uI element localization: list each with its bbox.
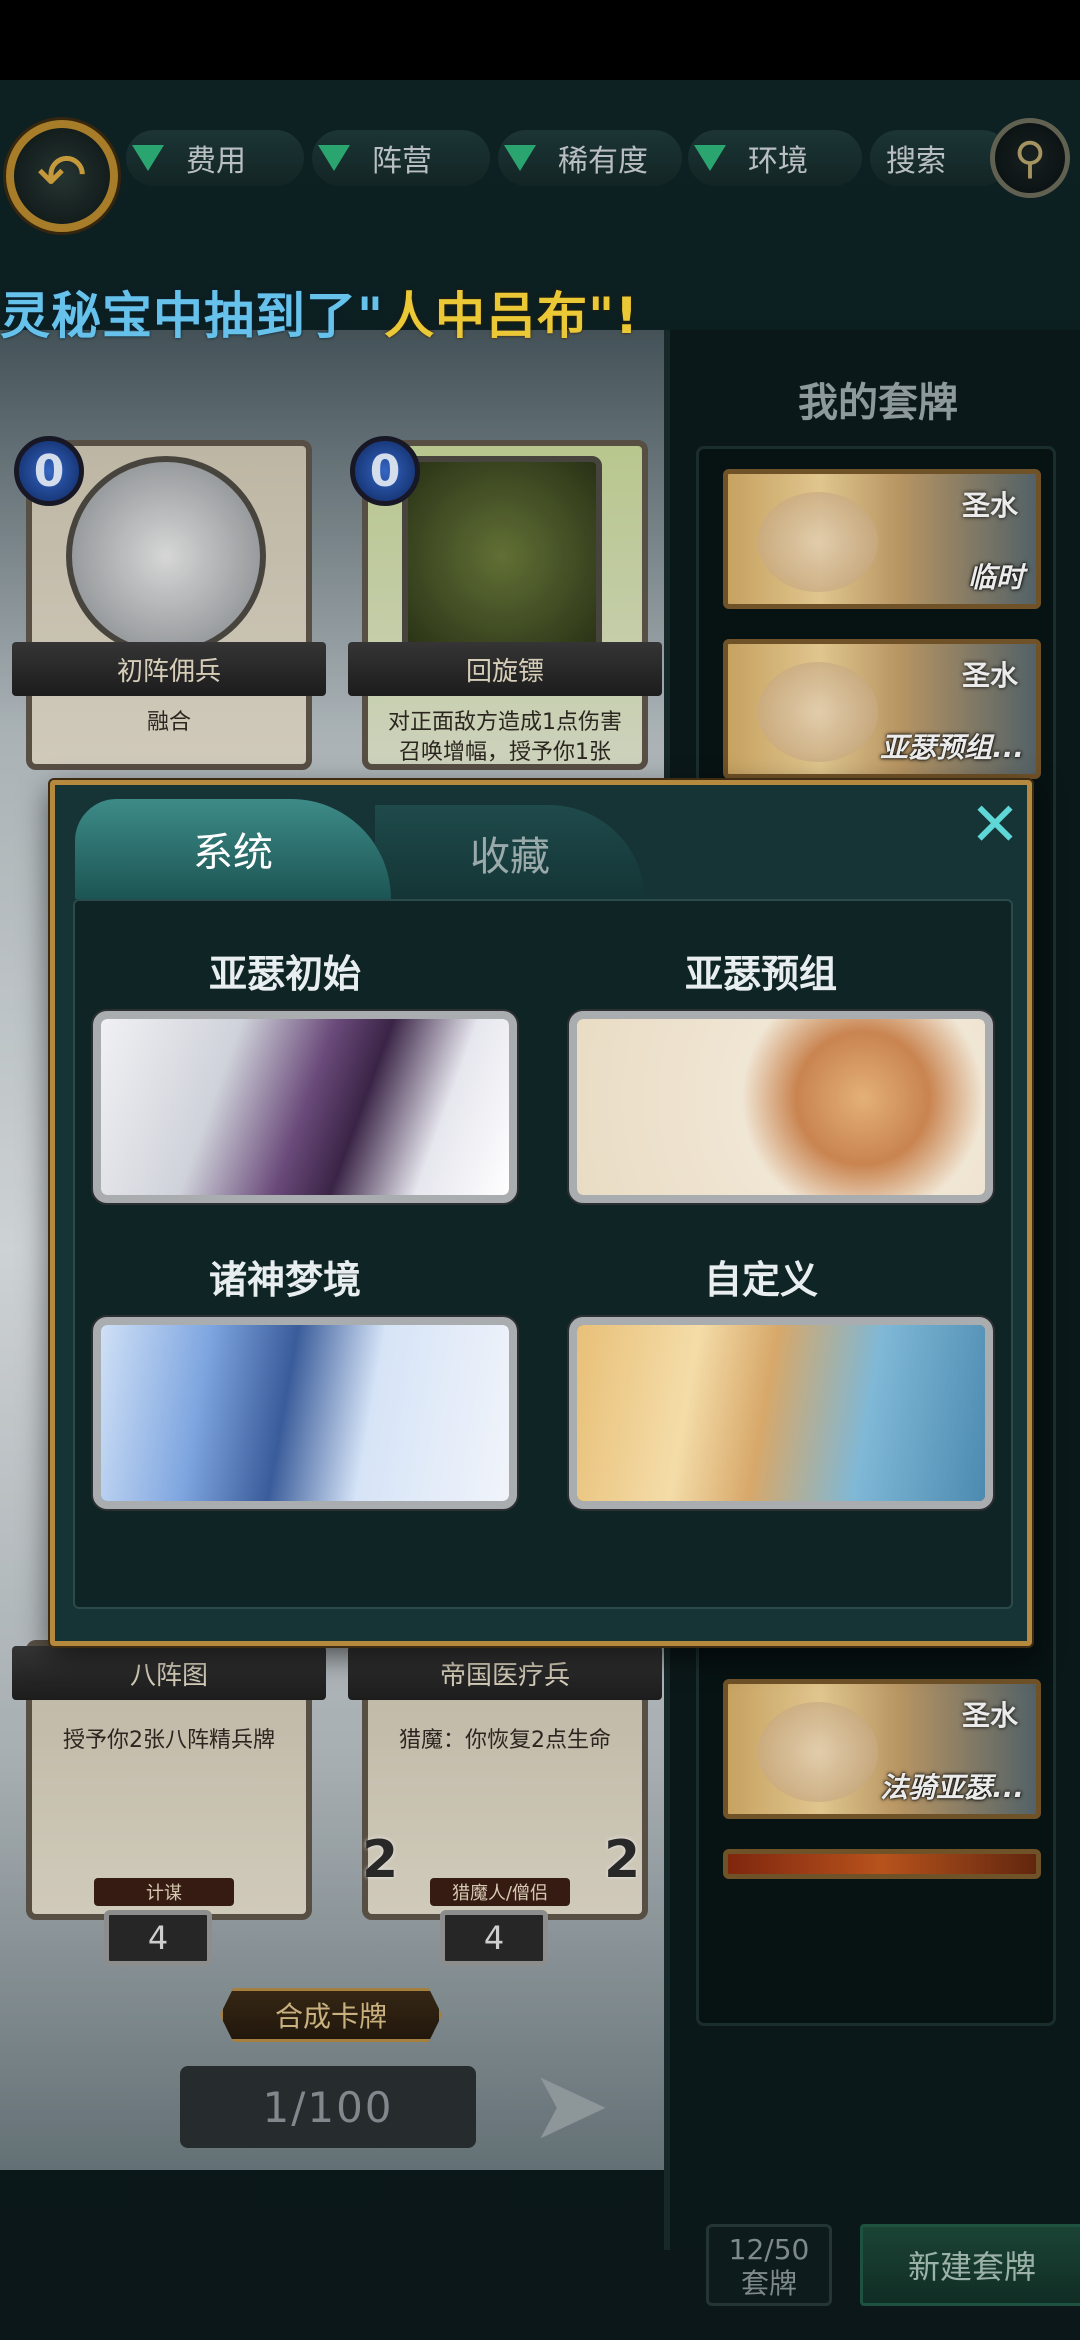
option-title: 诸神梦境 [208,1258,361,1302]
deck-template-dialog: 收藏 系统 ✕ 亚瑟初始 亚瑟预组 诸神梦境 自定义 [50,780,1032,1646]
option-image [101,1325,509,1501]
option-image [577,1325,985,1501]
option-title: 亚瑟初始 [208,952,361,996]
option-title: 亚瑟预组 [684,952,837,996]
option-gods-dream[interactable] [93,1317,517,1509]
template-grid: 亚瑟初始 亚瑟预组 诸神梦境 自定义 [73,899,1013,1609]
option-custom[interactable] [569,1317,993,1509]
close-icon[interactable]: ✕ [963,790,1027,860]
tab-system[interactable]: 系统 [75,799,391,899]
option-arthur-initial[interactable] [93,1011,517,1203]
option-title: 自定义 [703,1258,818,1302]
option-image [101,1019,509,1195]
option-image [577,1019,985,1195]
option-arthur-preset[interactable] [569,1011,993,1203]
tab-favorites[interactable]: 收藏 [375,805,645,901]
